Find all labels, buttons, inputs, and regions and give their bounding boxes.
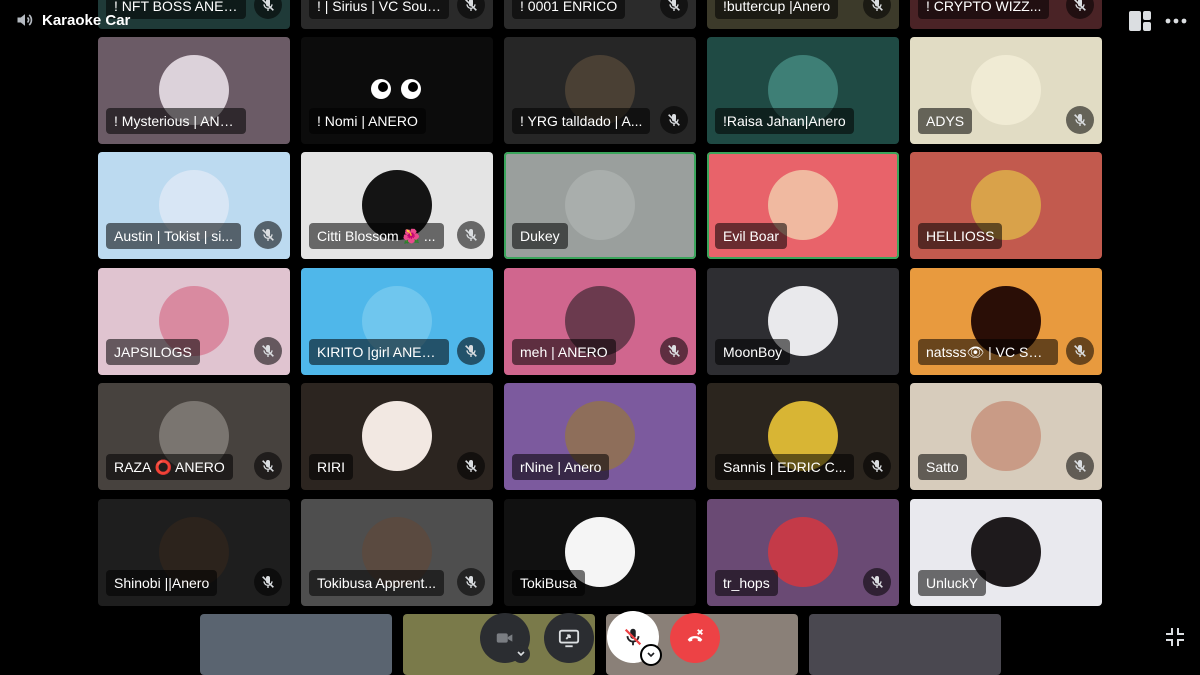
participant-tile[interactable]: ! Nomi | ANERO	[301, 37, 493, 144]
participant-tile[interactable]: KIRITO |girl ANER...	[301, 268, 493, 375]
exit-fullscreen-icon[interactable]	[1164, 626, 1186, 648]
mic-muted-icon	[254, 221, 282, 249]
participant-tile[interactable]: Sannis | EDRIC C...	[707, 383, 899, 490]
mic-muted-icon	[254, 568, 282, 596]
participant-name: TokiBusa	[512, 570, 585, 596]
mic-muted-icon	[1066, 337, 1094, 365]
participant-name: JAPSILOGS	[106, 339, 200, 365]
participant-name: ! Nomi | ANERO	[309, 108, 426, 134]
participant-name: RIRI	[309, 454, 353, 480]
screen-share-button[interactable]	[544, 613, 594, 663]
mic-muted-icon	[457, 568, 485, 596]
participant-name: rNine | Anero	[512, 454, 610, 480]
participant-name: HELLIOSS	[918, 223, 1003, 249]
participant-tile[interactable]: TokiBusa	[504, 499, 696, 606]
mic-muted-icon	[1066, 452, 1094, 480]
participant-name: Citti Blossom 🌺 ...	[309, 223, 444, 249]
participant-tile[interactable]: Dukey	[504, 152, 696, 259]
participant-tile[interactable]: UnluckY	[910, 499, 1102, 606]
speaker-icon	[17, 14, 33, 26]
mic-muted-icon	[457, 221, 485, 249]
participant-tile[interactable]: Citti Blossom 🌺 ...	[301, 152, 493, 259]
participant-tile[interactable]: tr_hops	[707, 499, 899, 606]
disconnect-button[interactable]	[670, 613, 720, 663]
participant-tile[interactable]: HELLIOSS	[910, 152, 1102, 259]
participant-tile[interactable]: ADYS	[910, 37, 1102, 144]
participant-name: Sannis | EDRIC C...	[715, 454, 855, 480]
participant-name: Tokibusa Apprent...	[309, 570, 445, 596]
participant-name: ! YRG talldado | A...	[512, 108, 651, 134]
layout-toggle-icon[interactable]	[1128, 10, 1152, 32]
participant-tile[interactable]: rNine | Anero	[504, 383, 696, 490]
participant-tile[interactable]: RAZA ⭕ ANERO	[98, 383, 290, 490]
participant-name: ADYS	[918, 108, 973, 134]
mic-button[interactable]	[607, 611, 662, 666]
participant-tile[interactable]: RIRI	[301, 383, 493, 490]
participant-name: MoonBoy	[715, 339, 791, 365]
avatar	[768, 517, 838, 587]
disconnect-icon	[687, 629, 703, 642]
participant-name: !Raisa Jahan|Anero	[715, 108, 854, 134]
more-options-icon[interactable]	[1162, 10, 1190, 32]
avatar	[971, 401, 1041, 471]
participant-name: tr_hops	[715, 570, 778, 596]
camera-button[interactable]	[480, 613, 530, 663]
camera-off-icon	[496, 633, 513, 643]
mic-muted-icon	[254, 452, 282, 480]
participant-tile[interactable]: Evil Boar	[707, 152, 899, 259]
participant-tile[interactable]: ! YRG talldado | A...	[504, 37, 696, 144]
mic-options-caret[interactable]	[640, 644, 662, 666]
participant-name: UnluckY	[918, 570, 987, 596]
participant-name: Shinobi ||Anero	[106, 570, 218, 596]
participant-name: meh | ANERO	[512, 339, 616, 365]
participant-tile[interactable]: Tokibusa Apprent...	[301, 499, 493, 606]
participant-tile[interactable]: !Raisa Jahan|Anero	[707, 37, 899, 144]
participant-name: KIRITO |girl ANER...	[309, 339, 449, 365]
participant-name: natsss👁 | VC Sou...	[918, 339, 1058, 365]
screen-share-icon	[558, 629, 580, 648]
mic-muted-icon	[660, 106, 688, 134]
avatar	[971, 55, 1041, 125]
mic-muted-icon	[863, 452, 891, 480]
mic-muted-icon	[254, 337, 282, 365]
participant-name: Satto	[918, 454, 967, 480]
mic-muted-icon	[660, 337, 688, 365]
mic-muted-icon	[1066, 106, 1094, 134]
participant-tile[interactable]: MoonBoy	[707, 268, 899, 375]
avatar	[371, 79, 427, 101]
participant-name: RAZA ⭕ ANERO	[106, 454, 233, 480]
participant-name: Dukey	[512, 223, 568, 249]
avatar	[362, 401, 432, 471]
camera-options-caret[interactable]	[512, 645, 530, 663]
call-controls	[0, 605, 1200, 675]
participant-tile[interactable]: ! Mysterious | ANERO	[98, 37, 290, 144]
participant-name: Evil Boar	[715, 223, 788, 249]
participant-name: Austin | Tokist | si...	[106, 223, 242, 249]
participant-tile[interactable]: Shinobi ||Anero	[98, 499, 290, 606]
participant-name: ! Mysterious | ANERO	[106, 108, 246, 134]
mic-muted-icon	[863, 568, 891, 596]
top-bar: Karaoke Car	[0, 0, 1200, 40]
avatar	[565, 170, 635, 240]
mic-muted-icon	[624, 628, 642, 646]
participant-tile[interactable]: meh | ANERO	[504, 268, 696, 375]
mic-muted-icon	[457, 452, 485, 480]
mic-muted-icon	[457, 337, 485, 365]
channel-title: Karaoke Car	[42, 12, 131, 29]
participant-tile[interactable]: Satto	[910, 383, 1102, 490]
participant-tile[interactable]: Austin | Tokist | si...	[98, 152, 290, 259]
participant-tile[interactable]: JAPSILOGS	[98, 268, 290, 375]
participant-tile[interactable]: natsss👁 | VC Sou...	[910, 268, 1102, 375]
